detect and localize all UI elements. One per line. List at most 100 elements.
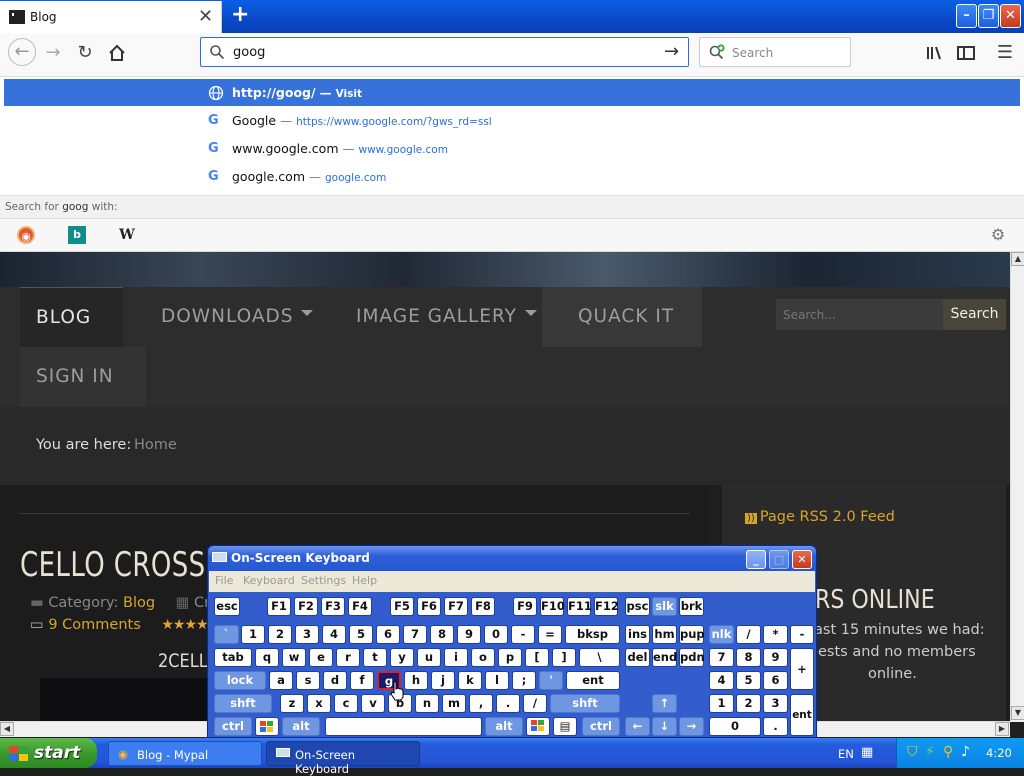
menu-blog[interactable]: BLOG (20, 287, 123, 377)
suggestion-row[interactable]: G Google — https://www.google.com/?gws_rd=… (4, 107, 1020, 134)
osk-menu-help[interactable]: Help (352, 574, 377, 587)
osk-key[interactable]: . (496, 694, 520, 713)
osk-key[interactable]: slk (652, 597, 677, 616)
osk-key[interactable]: shft (214, 694, 272, 713)
category-link[interactable]: Blog (123, 595, 155, 611)
osk-key[interactable]: 8 (736, 648, 761, 667)
forward-button[interactable]: → (41, 41, 65, 65)
osk-key[interactable]: ← (625, 717, 650, 736)
network-icon[interactable]: ⚡ (925, 744, 935, 760)
osk-menu-keyboard[interactable]: Keyboard (243, 574, 295, 587)
osk-key[interactable]: w (282, 648, 306, 667)
osk-key[interactable]: 3 (763, 694, 788, 713)
osk-key[interactable]: . (763, 717, 788, 736)
osk-key[interactable]: ↑ (652, 694, 677, 713)
osk-key[interactable]: z (280, 694, 304, 713)
osk-close-button[interactable]: ✕ (792, 550, 812, 569)
osk-key[interactable]: → (679, 717, 704, 736)
library-icon[interactable] (923, 41, 947, 65)
osk-key[interactable]: F12 (594, 597, 619, 616)
osk-key[interactable]: alt (485, 717, 523, 736)
osk-key[interactable]: hm (652, 625, 677, 644)
osk-key[interactable]: tab (214, 648, 252, 667)
osk-key[interactable]: ; (512, 671, 536, 690)
scroll-down-icon[interactable]: ▼ (1011, 706, 1024, 720)
osk-key[interactable]: s (296, 671, 320, 690)
osk-menu-file[interactable]: File (215, 574, 233, 587)
start-button[interactable]: start (0, 738, 97, 768)
osk-key[interactable]: 0 (484, 625, 508, 644)
bing-icon[interactable]: b (68, 226, 86, 244)
windows-key-icon[interactable] (526, 717, 550, 736)
url-bar[interactable]: goog → (200, 37, 689, 67)
osk-menu-settings[interactable]: Settings (301, 574, 346, 587)
osk-key[interactable]: F10 (540, 597, 565, 616)
site-search-input[interactable]: Search... (776, 299, 943, 330)
osk-key[interactable]: ↓ (652, 717, 677, 736)
osk-key[interactable]: esc (214, 597, 240, 616)
menu-image-gallery[interactable]: IMAGE GALLERY (340, 287, 553, 347)
osk-key[interactable]: F4 (348, 597, 372, 616)
osk-key[interactable]: q (255, 648, 279, 667)
osk-key[interactable]: F5 (390, 597, 414, 616)
osk-key[interactable]: 6 (376, 625, 400, 644)
osk-key[interactable]: end (652, 648, 677, 667)
menu-quack-it[interactable]: QUACK IT (542, 287, 702, 347)
osk-key[interactable]: ] (552, 648, 576, 667)
osk-key[interactable]: 4 (709, 671, 734, 690)
osk-key[interactable]: psc (625, 597, 650, 616)
taskbar-item-osk[interactable]: On-Screen Keyboard (266, 741, 420, 776)
osk-key[interactable]: v (361, 694, 385, 713)
osk-key[interactable]: ent (566, 671, 620, 690)
osk-key[interactable]: h (404, 671, 428, 690)
site-search-button[interactable]: Search (943, 299, 1006, 330)
scroll-left-icon[interactable]: ◀ (0, 722, 14, 736)
osk-key[interactable]: 9 (763, 648, 788, 667)
menu-downloads[interactable]: DOWNLOADS (145, 287, 329, 347)
osk-key[interactable]: k (458, 671, 482, 690)
osk-key[interactable]: F2 (294, 597, 318, 616)
osk-key[interactable]: nlk (709, 625, 734, 644)
osk-key[interactable]: l (485, 671, 509, 690)
osk-key[interactable]: pup (679, 625, 705, 644)
osk-key[interactable]: f (350, 671, 374, 690)
osk-key[interactable]: i (444, 648, 468, 667)
comments-link[interactable]: 9 Comments (48, 617, 140, 633)
browser-tab[interactable]: Blog ✕ (0, 1, 222, 33)
osk-key[interactable]: [ (525, 648, 549, 667)
search-tray-icon[interactable]: ⚲ (943, 744, 953, 760)
osk-key[interactable]: ` (214, 625, 239, 644)
osk-key[interactable]: F7 (444, 597, 468, 616)
osk-key[interactable]: F1 (267, 597, 291, 616)
hamburger-menu-icon[interactable]: ☰ (993, 41, 1017, 65)
osk-key[interactable]: lock (214, 671, 266, 690)
osk-key[interactable]: t (363, 648, 387, 667)
taskbar-item-browser[interactable]: ◉ Blog - Mypal (108, 741, 262, 766)
suggestion-row[interactable]: G google.com — google.com (4, 163, 1020, 190)
osk-key[interactable]: n (415, 694, 439, 713)
osk-key[interactable]: y (390, 648, 414, 667)
osk-key[interactable]: / (736, 625, 761, 644)
osk-key[interactable]: 7 (403, 625, 427, 644)
osk-key[interactable]: * (763, 625, 788, 644)
osk-minimize-button[interactable]: _ (746, 550, 766, 569)
osk-key[interactable]: ctrl (582, 717, 620, 736)
suggestion-visit-row[interactable]: http://goog/— Visit (4, 79, 1020, 106)
osk-key[interactable]: 5 (349, 625, 373, 644)
windows-key-icon[interactable] (255, 717, 279, 736)
osk-key[interactable]: u (417, 648, 441, 667)
osk-key[interactable]: + (790, 648, 814, 690)
osk-key[interactable]: p (498, 648, 522, 667)
menu-key-icon[interactable]: ▤ (553, 717, 577, 736)
osk-key[interactable]: F8 (471, 597, 495, 616)
osk-key[interactable]: m (442, 694, 466, 713)
osk-key[interactable]: pdn (679, 648, 705, 667)
osk-key[interactable]: j (431, 671, 455, 690)
osk-key[interactable]: F3 (321, 597, 345, 616)
duckduckgo-icon[interactable]: ◉ (17, 226, 35, 244)
security-shield-icon[interactable]: ⛉ (907, 744, 918, 760)
search-bar[interactable]: Search (699, 37, 851, 67)
osk-key[interactable]: e (309, 648, 333, 667)
back-button[interactable]: ← (8, 38, 36, 66)
osk-key[interactable]: o (471, 648, 495, 667)
